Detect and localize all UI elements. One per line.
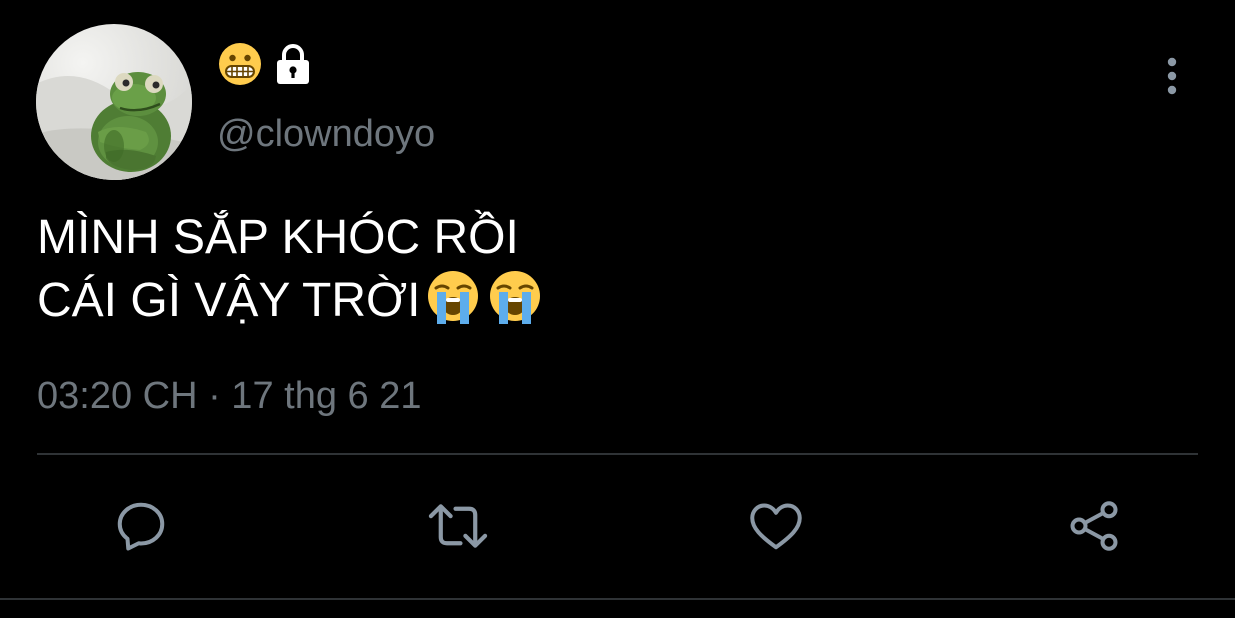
tweet-text: MÌNH SẮP KHÓC RỒI CÁI GÌ VẬY TRỜI xyxy=(37,208,1187,341)
display-name-row xyxy=(217,42,313,90)
grimacing-face-emoji xyxy=(217,41,263,92)
share-icon xyxy=(1070,501,1118,551)
reply-icon xyxy=(117,502,165,551)
loudly-crying-face-emoji xyxy=(424,268,482,341)
user-handle[interactable]: @clowndoyo xyxy=(217,112,435,156)
tweet-timestamp[interactable]: 03:20 CH · 17 thg 6 21 xyxy=(37,374,421,418)
bottom-divider xyxy=(0,598,1235,600)
avatar[interactable] xyxy=(36,24,192,180)
retweet-button[interactable] xyxy=(426,494,490,558)
retweet-icon xyxy=(428,504,488,548)
divider xyxy=(37,453,1198,455)
share-button[interactable] xyxy=(1062,494,1126,558)
lock-icon xyxy=(273,43,313,90)
heart-icon xyxy=(750,503,802,550)
more-options-button[interactable] xyxy=(1150,50,1194,102)
avatar-image xyxy=(36,72,192,180)
reply-button[interactable] xyxy=(109,494,173,558)
more-vertical-icon xyxy=(1167,57,1177,95)
like-button[interactable] xyxy=(744,494,808,558)
loudly-crying-face-emoji xyxy=(486,268,544,341)
